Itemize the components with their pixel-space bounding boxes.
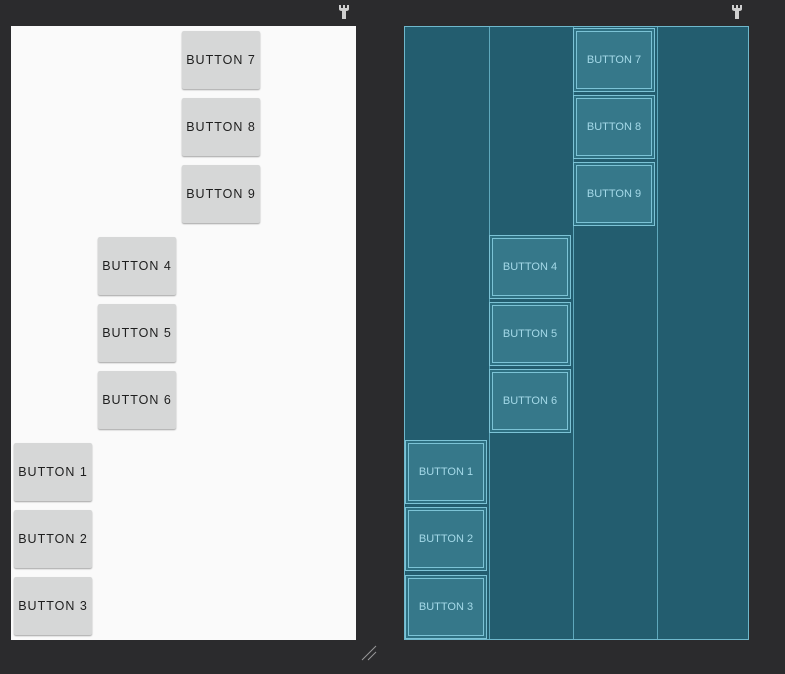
button-8[interactable]: BUTTON 8 [182, 98, 260, 156]
blueprint-button-label: BUTTON 2 [408, 510, 484, 568]
column-guide [657, 27, 658, 639]
button-2[interactable]: BUTTON 2 [14, 510, 92, 568]
wrench-icon[interactable] [338, 4, 350, 20]
blueprint-button-3[interactable]: BUTTON 3 [405, 575, 487, 639]
wrench-icon[interactable] [731, 4, 743, 20]
blueprint-button-8[interactable]: BUTTON 8 [573, 95, 655, 159]
blueprint-button-label: BUTTON 5 [492, 305, 568, 363]
button-4[interactable]: BUTTON 4 [98, 237, 176, 295]
blueprint-button-label: BUTTON 9 [576, 165, 652, 223]
blueprint-button-5[interactable]: BUTTON 5 [489, 302, 571, 366]
blueprint-button-6[interactable]: BUTTON 6 [489, 369, 571, 433]
button-3[interactable]: BUTTON 3 [14, 577, 92, 635]
blueprint-button-label: BUTTON 7 [576, 31, 652, 89]
blueprint-canvas[interactable]: BUTTON 7 BUTTON 8 BUTTON 9 BUTTON 4 BUTT… [404, 26, 749, 640]
blueprint-button-label: BUTTON 4 [492, 238, 568, 296]
button-6[interactable]: BUTTON 6 [98, 371, 176, 429]
blueprint-button-4[interactable]: BUTTON 4 [489, 235, 571, 299]
blueprint-button-7[interactable]: BUTTON 7 [573, 28, 655, 92]
layout-editor-workspace: BUTTON 7 BUTTON 8 BUTTON 9 BUTTON 4 BUTT… [0, 0, 785, 674]
button-5[interactable]: BUTTON 5 [98, 304, 176, 362]
resize-handle-icon[interactable] [360, 644, 378, 662]
blueprint-button-label: BUTTON 8 [576, 98, 652, 156]
blueprint-button-9[interactable]: BUTTON 9 [573, 162, 655, 226]
blueprint-button-label: BUTTON 1 [408, 443, 484, 501]
blueprint-button-1[interactable]: BUTTON 1 [405, 440, 487, 504]
button-1[interactable]: BUTTON 1 [14, 443, 92, 501]
blueprint-button-label: BUTTON 6 [492, 372, 568, 430]
blueprint-button-2[interactable]: BUTTON 2 [405, 507, 487, 571]
button-7[interactable]: BUTTON 7 [182, 31, 260, 89]
design-canvas[interactable]: BUTTON 7 BUTTON 8 BUTTON 9 BUTTON 4 BUTT… [11, 26, 356, 640]
button-9[interactable]: BUTTON 9 [182, 165, 260, 223]
blueprint-button-label: BUTTON 3 [408, 578, 484, 636]
